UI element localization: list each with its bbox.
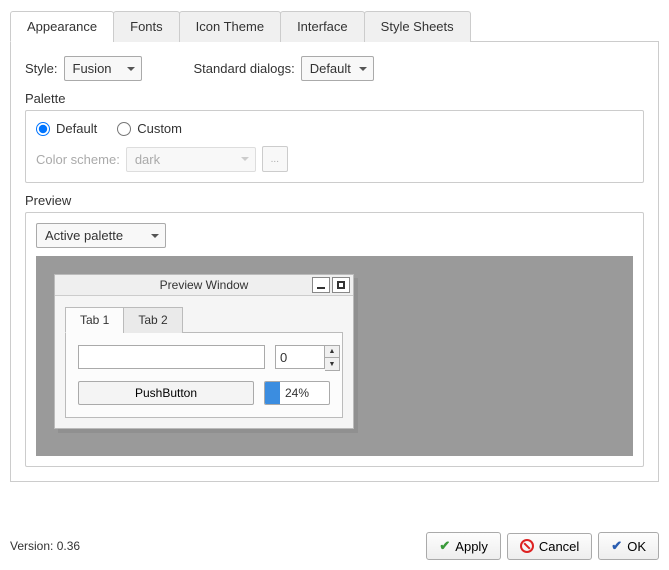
preview-tab-1[interactable]: Tab 1 [65,307,124,333]
standard-dialogs-label: Standard dialogs: [194,61,295,76]
active-palette-select[interactable]: Active palette [36,223,166,248]
tab-interface[interactable]: Interface [280,11,365,42]
preview-titlebar: Preview Window [55,275,353,296]
style-select[interactable]: Fusion [64,56,142,81]
ok-icon: ✔ [611,538,622,554]
palette-group: Default Custom Color scheme: dark ... [25,110,644,183]
preview-tabs: Tab 1 Tab 2 [65,306,343,333]
preview-window: Preview Window Tab 1 Tab 2 [54,274,354,429]
cancel-icon [520,539,534,553]
appearance-panel: Style: Fusion Standard dialogs: Default … [10,42,659,482]
cancel-button[interactable]: Cancel [507,533,592,560]
apply-button[interactable]: ✔Apply [426,532,500,560]
preview-group-label: Preview [25,193,644,208]
spin-down-icon[interactable]: ▼ [325,358,339,370]
apply-icon: ✔ [439,538,450,554]
preview-window-title: Preview Window [58,278,350,292]
preview-progressbar: 24% [264,381,330,405]
color-scheme-browse-button: ... [262,146,288,172]
tab-fonts[interactable]: Fonts [113,11,180,42]
preview-area: Preview Window Tab 1 Tab 2 [36,256,633,456]
color-scheme-select: dark [126,147,256,172]
palette-default-radio[interactable]: Default [36,121,97,136]
ok-button[interactable]: ✔OK [598,532,659,560]
style-label: Style: [25,61,58,76]
color-scheme-label: Color scheme: [36,152,120,167]
palette-group-label: Palette [25,91,644,106]
standard-dialogs-select[interactable]: Default [301,56,374,81]
main-tabs: Appearance Fonts Icon Theme Interface St… [10,10,659,42]
preview-group: Active palette Preview Window Tab 1 Tab … [25,212,644,467]
version-label: Version: 0.36 [10,539,80,553]
preview-pushbutton[interactable]: PushButton [78,381,254,405]
minimize-icon[interactable] [312,277,330,293]
tab-style-sheets[interactable]: Style Sheets [364,11,471,42]
palette-custom-radio[interactable]: Custom [117,121,182,136]
tab-appearance[interactable]: Appearance [10,11,114,42]
maximize-icon[interactable] [332,277,350,293]
preview-spinbox[interactable]: 0 ▲ ▼ [275,345,340,371]
tab-icon-theme[interactable]: Icon Theme [179,11,281,42]
preview-text-input[interactable] [78,345,265,369]
spin-up-icon[interactable]: ▲ [325,346,339,358]
preview-tab-2[interactable]: Tab 2 [123,307,182,333]
